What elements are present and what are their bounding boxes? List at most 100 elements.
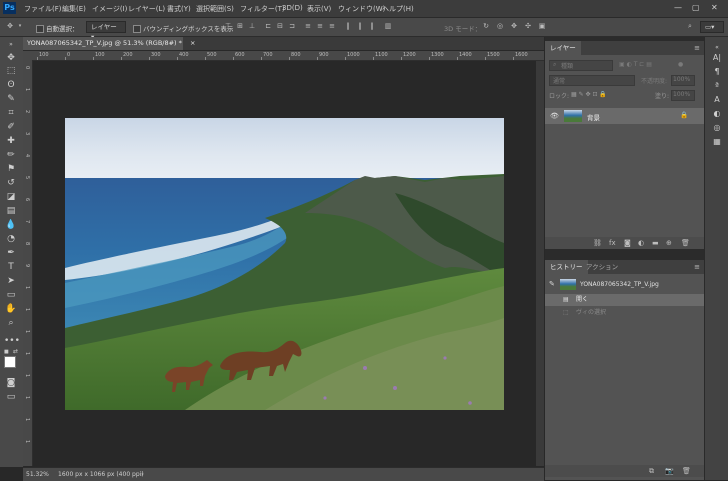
dodge-tool-icon[interactable]: ◔ — [4, 233, 18, 245]
layer-name[interactable]: 背景 — [587, 112, 600, 122]
3d-rotate-icon[interactable]: ↻ — [482, 22, 490, 30]
document-tab[interactable]: YONA087065342_TP_V.jpg @ 51.3% (RGB/8#) … — [23, 37, 195, 51]
healing-brush-tool-icon[interactable]: ✚ — [4, 135, 18, 147]
new-group-icon[interactable]: ▬ — [652, 239, 659, 247]
align-top-icon[interactable]: ⊤ — [224, 22, 232, 30]
minimize-icon[interactable]: — — [674, 3, 682, 12]
close-window-icon[interactable]: ✕ — [711, 3, 718, 12]
lock-icons[interactable]: ▦ ✎ ✥ ⊡ 🔒 — [571, 91, 607, 98]
new-layer-icon[interactable]: ⊕ — [666, 239, 672, 247]
distribute-vcenter-icon[interactable]: ≡ — [316, 22, 324, 30]
layer-filter-kind[interactable] — [549, 60, 613, 71]
3d-pan-icon[interactable]: ✥ — [510, 22, 518, 30]
chevron-down-icon[interactable]: ▾ — [16, 22, 24, 30]
tab-actions[interactable]: アクション — [581, 260, 623, 274]
gradient-tool-icon[interactable]: ▤ — [4, 205, 18, 217]
vertical-ruler[interactable]: 0 1 2 3 4 5 6 7 8 9 1 1 1 1 1 1 1 1 — [23, 60, 33, 466]
pen-tool-icon[interactable]: ✒ — [4, 247, 18, 259]
history-brush-tool-icon[interactable]: ↺ — [4, 177, 18, 189]
layer-row-background[interactable]: 👁 背景 🔒 — [545, 108, 704, 124]
quick-select-tool-icon[interactable]: ✎ — [4, 93, 18, 105]
align-vcenter-icon[interactable]: ⊞ — [236, 22, 244, 30]
blur-tool-icon[interactable]: 💧 — [4, 219, 18, 231]
auto-select-dropdown[interactable]: レイヤー ▾ — [86, 21, 126, 41]
history-snapshot[interactable]: ✎ YONA087065342_TP_V.jpg — [545, 277, 704, 292]
visibility-eye-icon[interactable]: 👁 — [550, 112, 559, 120]
new-document-from-state-icon[interactable]: ⧉ — [649, 467, 654, 476]
swatches-panel-icon[interactable]: ▦ — [712, 137, 722, 147]
align-bottom-icon[interactable]: ⊥ — [248, 22, 256, 30]
glyphs-panel-icon[interactable]: ª — [712, 81, 722, 91]
toolbar-collapse-icon[interactable]: » — [4, 39, 18, 51]
move-tool-icon[interactable]: ✥ — [4, 52, 18, 64]
distribute-right-icon[interactable]: ‖ — [368, 22, 376, 30]
character-styles-icon[interactable]: A — [712, 95, 722, 105]
trash-icon[interactable]: 🗑 — [682, 467, 691, 475]
screen-mode-icon[interactable]: ▭ — [4, 391, 18, 403]
rectangle-tool-icon[interactable]: ▭ — [4, 289, 18, 301]
menu-layer[interactable]: レイヤー(L) — [128, 4, 165, 14]
paragraph-panel-icon[interactable]: ¶ — [712, 67, 722, 77]
quick-mask-icon[interactable]: ◙ — [4, 377, 18, 389]
zoom-tool-icon[interactable]: ⌕ — [4, 317, 18, 329]
clone-stamp-tool-icon[interactable]: ⚑ — [4, 163, 18, 175]
panel-menu-icon[interactable]: ≡ — [694, 44, 700, 52]
auto-align-icon[interactable]: ▥ — [384, 22, 392, 30]
distribute-top-icon[interactable]: ≡ — [304, 22, 312, 30]
distribute-bottom-icon[interactable]: ≡ — [328, 22, 336, 30]
menu-view[interactable]: 表示(V) — [307, 4, 331, 14]
horizontal-ruler[interactable]: 100 0 100 200 300 400 500 600 700 800 900 1000 1100 1… — [33, 51, 544, 61]
snapshot-brush-icon[interactable]: ✎ — [549, 278, 555, 290]
edit-toolbar-icon[interactable]: ••• — [4, 335, 20, 347]
menu-window[interactable]: ウィンドウ(W) — [338, 4, 385, 14]
menu-image[interactable]: イメージ(I) — [92, 4, 127, 14]
menu-help[interactable]: ヘルプ(H) — [382, 4, 414, 14]
maximize-icon[interactable]: ▢ — [692, 3, 700, 12]
adjustment-layer-icon[interactable]: ◐ — [638, 239, 644, 247]
type-tool-icon[interactable]: T — [4, 261, 18, 273]
character-panel-icon[interactable]: A| — [712, 53, 722, 63]
eraser-tool-icon[interactable]: ◪ — [4, 191, 18, 203]
paths-panel-icon[interactable]: ◎ — [712, 123, 722, 133]
menu-filter[interactable]: フィルター(T) — [240, 4, 285, 14]
close-tab-icon[interactable]: × — [190, 39, 195, 47]
default-colors-icon[interactable]: ■ — [4, 349, 10, 355]
status-menu-arrow[interactable]: › — [141, 471, 143, 478]
search-icon[interactable]: ⌕ — [686, 22, 694, 30]
menu-file[interactable]: ファイル(F) — [24, 4, 62, 14]
menu-select[interactable]: 選択範囲(S) — [196, 4, 234, 14]
hand-tool-icon[interactable]: ✋ — [4, 303, 18, 315]
align-right-icon[interactable]: ⊐ — [288, 22, 296, 30]
fx-icon[interactable]: fx — [609, 239, 616, 247]
move-tool-icon[interactable]: ✥ — [6, 22, 14, 30]
swap-colors-icon[interactable]: ⇄ — [13, 348, 18, 355]
history-panel-menu-icon[interactable]: ≡ — [694, 263, 700, 271]
menu-edit[interactable]: 編集(E) — [62, 4, 86, 14]
filter-toggle-icon[interactable]: ● — [678, 61, 683, 68]
3d-slide-icon[interactable]: ✣ — [524, 22, 532, 30]
foreground-color-swatch[interactable] — [4, 356, 16, 368]
bounding-box-checkbox[interactable]: バウンディングボックスを表示 — [133, 23, 233, 33]
link-layers-icon[interactable]: ⛓ — [593, 239, 602, 247]
eyedropper-tool-icon[interactable]: ✐ — [4, 121, 18, 133]
add-mask-icon[interactable]: ◙ — [624, 239, 631, 247]
menu-type[interactable]: 書式(Y) — [167, 4, 191, 14]
distribute-left-icon[interactable]: ‖ — [344, 22, 352, 30]
3d-scale-icon[interactable]: ▣ — [538, 22, 546, 30]
marquee-tool-icon[interactable]: ⬚ — [4, 65, 18, 77]
filter-pixel-icon[interactable]: ▣ ◐ T ⊏ ▤ — [619, 61, 652, 68]
trash-icon[interactable]: 🗑 — [681, 239, 690, 247]
3d-roll-icon[interactable]: ◎ — [496, 22, 504, 30]
snapshot-camera-icon[interactable]: 📷 — [665, 467, 674, 475]
align-hcenter-icon[interactable]: ⊟ — [276, 22, 284, 30]
adjustments-panel-icon[interactable]: ◐ — [712, 109, 722, 119]
menu-3d[interactable]: 3D(D) — [282, 4, 303, 12]
zoom-level[interactable]: 51.32% — [26, 471, 49, 478]
history-item-select[interactable]: ⬚ ヴィの選択 — [545, 307, 704, 319]
crop-tool-icon[interactable]: ⌗ — [4, 107, 18, 119]
vertical-scrollbar[interactable] — [536, 61, 544, 466]
path-select-tool-icon[interactable]: ➤ — [4, 275, 18, 287]
brush-tool-icon[interactable]: ✏ — [4, 149, 18, 161]
history-item-open[interactable]: ▤ 開く — [545, 294, 704, 306]
distribute-hcenter-icon[interactable]: ‖ — [356, 22, 364, 30]
